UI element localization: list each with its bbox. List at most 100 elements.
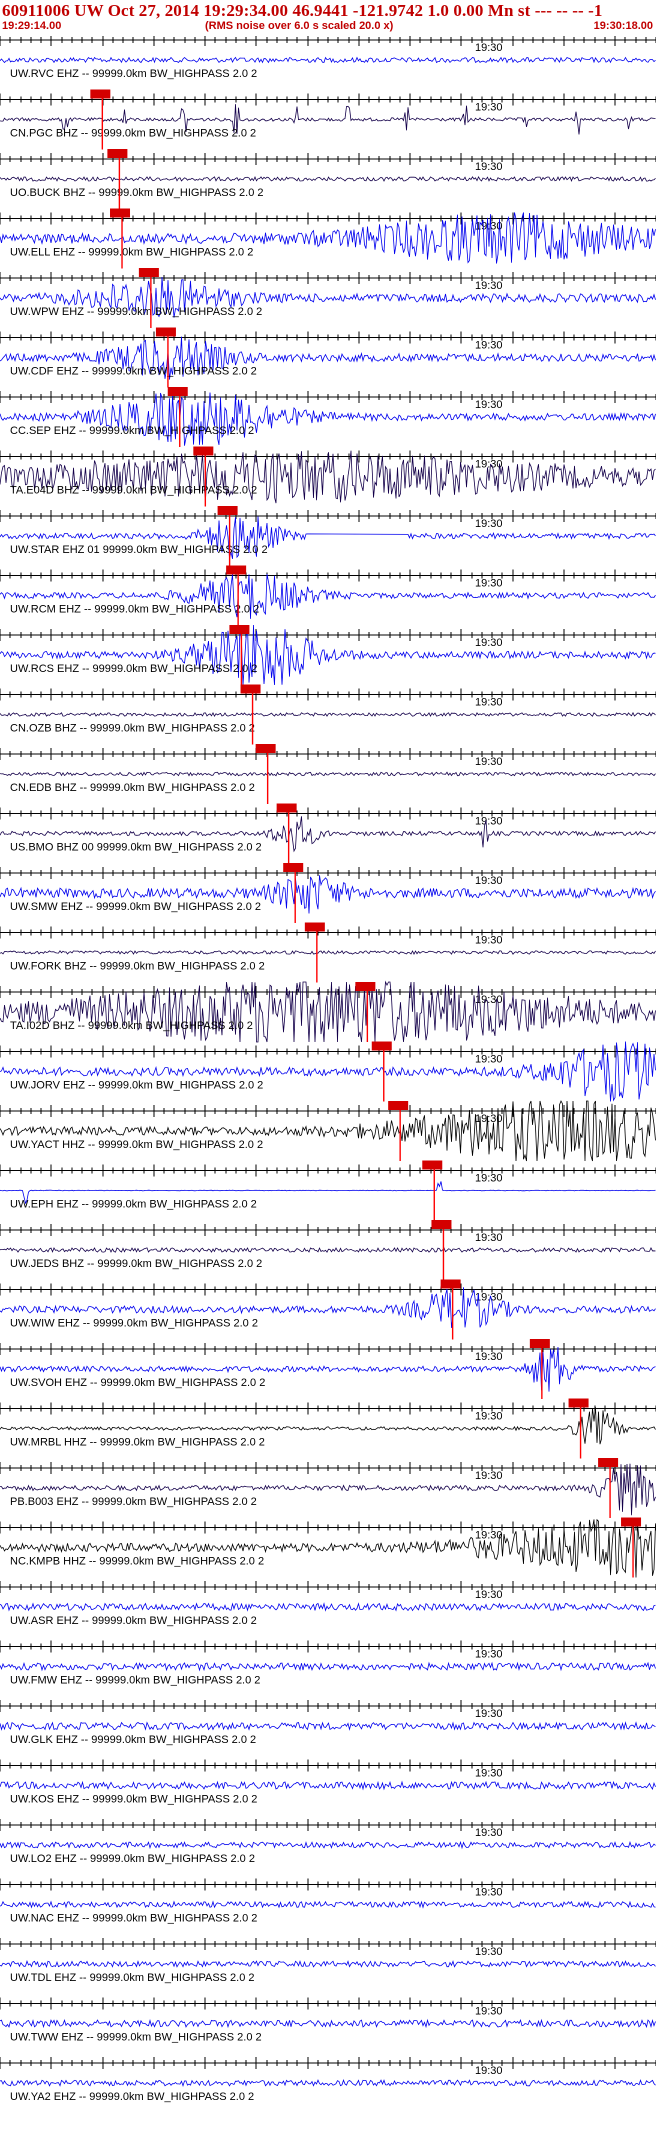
pick-marker: [304, 922, 325, 932]
pick-marker: [193, 446, 214, 456]
station-label: TA.I02D BHZ -- 99999.0km BW_HIGHPASS 2.0…: [10, 1020, 253, 1032]
minute-label: 19:30: [475, 42, 503, 54]
waveform: [0, 175, 656, 183]
station-label: UW.TWW EHZ -- 99999.0km BW_HIGHPASS 2.0 …: [10, 2032, 262, 2044]
pick-marker: [388, 1101, 409, 1110]
pick-marker: [371, 1041, 392, 1051]
trace-row: 19:30 UO.BUCK BHZ -- 99999.0km BW_HIGHPAS…: [0, 149, 656, 209]
minute-label: 19:30: [475, 161, 503, 173]
trace-row: 19:30 CN.PGC BHZ -- 99999.0km BW_HIGHPASS…: [0, 89, 656, 150]
trace-row: 19:30 UW.JEDS BHZ -- 99999.0km BW_HIGHPAS…: [0, 1220, 656, 1280]
station-label: UW.SVOH EHZ -- 99999.0km BW_HIGHPASS 2.0…: [10, 1377, 265, 1389]
minute-label: 19:30: [475, 102, 503, 114]
minute-label: 19:30: [475, 340, 503, 352]
trace-row: 19:30 UW.FORK BHZ -- 99999.0km BW_HIGHPAS…: [0, 922, 656, 983]
pick-marker: [598, 1458, 619, 1467]
waveform: [0, 1900, 656, 1909]
minute-label: 19:30: [475, 280, 503, 292]
waveform: [0, 1246, 656, 1253]
minute-label: 19:30: [475, 935, 503, 947]
station-label: UW.CDF EHZ -- 99999.0km BW_HIGHPASS 2.0 …: [10, 366, 257, 378]
trace-row: 19:30 UW.EPH EHZ -- 99999.0km BW_HIGHPASS…: [0, 1160, 656, 1221]
trace-row: 19:30 UW.WPW EHZ -- 99999.0km BW_HIGHPASS…: [0, 268, 656, 328]
station-label: UW.RCM EHZ -- 99999.0km BW_HIGHPASS 2.0 …: [10, 604, 259, 616]
pick-marker: [440, 1279, 461, 1289]
trace-row: 19:30UW.STAR EHZ 01 99999.0km BW_HIGHPAS…: [0, 506, 656, 566]
minute-label: 19:30: [475, 1411, 503, 1423]
pick-marker: [107, 149, 128, 158]
trace-row: 19:30 UW.SMW EHZ -- 99999.0km BW_HIGHPASS…: [0, 863, 656, 923]
station-label: UW.ASR EHZ -- 99999.0km BW_HIGHPASS 2.0 …: [10, 1615, 257, 1627]
minute-label: 19:30: [475, 875, 503, 887]
station-label: UW.RCS EHZ -- 99999.0km BW_HIGHPASS 2.0 …: [10, 663, 257, 675]
station-label: UO.BUCK BHZ -- 99999.0km BW_HIGHPASS 2.0…: [10, 187, 263, 199]
minute-label: 19:30: [475, 1470, 503, 1482]
pick-marker: [138, 268, 159, 277]
pick-marker: [217, 506, 238, 515]
trace-row: 19:30 US.BMO BHZ 00 99999.0km BW_HIGHPASS…: [0, 803, 656, 864]
trace-row: 19:30 UW.NAC EHZ -- 99999.0km BW_HIGHPASS…: [0, 1878, 656, 1925]
pick-marker: [226, 565, 247, 575]
minute-label: 19:30: [475, 637, 503, 649]
pick-marker: [229, 625, 250, 634]
waveform: [0, 1780, 656, 1791]
minute-label: 19:30: [475, 697, 503, 709]
start-time: 19:29:14.00: [2, 20, 62, 32]
station-label: CN.PGC BHZ -- 99999.0km BW_HIGHPASS 2.0 …: [10, 128, 256, 140]
pick-marker: [155, 327, 176, 337]
station-label: CN.OZB BHZ -- 99999.0km BW_HIGHPASS 2.0 …: [10, 723, 255, 735]
station-label: UW.JORV EHZ -- 99999.0km BW_HIGHPASS 2.0…: [10, 1080, 263, 1092]
trace-row: 19:30 UW.LO2 EHZ -- 99999.0km BW_HIGHPASS…: [0, 1819, 656, 1865]
seismogram-plot: 19:30 UW.RVC EHZ -- 99999.0km BW_HIGHPASS…: [0, 36, 656, 2103]
station-label: NC.KMPB HHZ -- 99999.0km BW_HIGHPASS 2.0…: [10, 1556, 264, 1568]
station-label: UW.FORK BHZ -- 99999.0km BW_HIGHPASS 2.0…: [10, 961, 265, 973]
minute-label: 19:30: [475, 1649, 503, 1661]
trace-row: 19:30UW.WIW EHZ -- 99999.0km BW_HIGHPASS…: [0, 1279, 656, 1340]
pick-marker: [276, 803, 297, 813]
station-label: UW.KOS EHZ -- 99999.0km BW_HIGHPASS 2.0 …: [10, 1794, 257, 1806]
minute-label: 19:30: [475, 1768, 503, 1780]
trace-row: 19:30 TA.E04D BHZ -- 99999.0km BW_HIGHPAS…: [0, 446, 656, 507]
station-label: UW.FMW EHZ -- 99999.0km BW_HIGHPASS 2.0 …: [10, 1675, 260, 1687]
station-label: UW.JEDS BHZ -- 99999.0km BW_HIGHPASS 2.0…: [10, 1258, 262, 1270]
station-label: TA.E04D BHZ -- 99999.0km BW_HIGHPASS 2.0…: [10, 485, 257, 497]
waveform: [0, 2079, 656, 2087]
station-label: PB.B003 EHZ -- 99999.0km BW_HIGHPASS 2.0…: [10, 1496, 257, 1508]
minute-label: 19:30: [475, 2065, 503, 2077]
station-label: UW.YA2 EHZ -- 99999.0km BW_HIGHPASS 2.0 …: [10, 2091, 254, 2103]
trace-row: 19:30 UW.FMW EHZ -- 99999.0km BW_HIGHPASS…: [0, 1640, 656, 1687]
trace-row: 19:30 UW.KOS EHZ -- 99999.0km BW_HIGHPASS…: [0, 1759, 656, 1806]
minute-label: 19:30: [475, 1054, 503, 1066]
minute-label: 19:30: [475, 459, 503, 471]
minute-label: 19:30: [475, 1827, 503, 1839]
pick-marker: [431, 1220, 452, 1229]
trace-row: 19:30TA.I02D BHZ -- 99999.0km BW_HIGHPAS…: [0, 980, 656, 1043]
trace-row: 19:30 UW.JORV EHZ -- 99999.0km BW_HIGHPAS…: [0, 1041, 656, 1102]
station-label: UW.RVC EHZ -- 99999.0km BW_HIGHPASS 2.0 …: [10, 68, 257, 80]
minute-label: 19:30: [475, 399, 503, 411]
minute-label: 19:30: [475, 1351, 503, 1363]
waveform: [0, 711, 656, 718]
trace-row: 19:30 CC.SEP EHZ -- 99999.0km BW_HIGHPASS…: [0, 387, 656, 447]
pick-marker: [167, 387, 188, 396]
station-label: UW.YACT HHZ -- 99999.0km BW_HIGHPASS 2.0…: [10, 1139, 263, 1151]
minute-label: 19:30: [475, 1589, 503, 1601]
pick-marker: [422, 1160, 443, 1170]
waveform: [0, 1721, 656, 1731]
pick-marker: [568, 1398, 589, 1408]
station-label: UW.SMW EHZ -- 99999.0km BW_HIGHPASS 2.0 …: [10, 901, 261, 913]
station-label: UW.WPW EHZ -- 99999.0km BW_HIGHPASS 2.0 …: [10, 306, 262, 318]
station-label: UW.WIW EHZ -- 99999.0km BW_HIGHPASS 2.0 …: [10, 1318, 258, 1330]
trace-row: 19:30 UW.GLK EHZ -- 99999.0km BW_HIGHPASS…: [0, 1700, 656, 1746]
pick-marker: [255, 744, 276, 753]
station-label: UW.ELL EHZ -- 99999.0km BW_HIGHPASS 2.0 …: [10, 247, 253, 259]
trace-row: 19:30 UW.SVOH EHZ -- 99999.0km BW_HIGHPAS…: [0, 1339, 656, 1399]
trace-row: 19:30 UW.YA2 EHZ -- 99999.0km BW_HIGHPASS…: [0, 2057, 656, 2103]
pick-marker: [90, 89, 111, 99]
trace-row: 19:30 UW.RCS EHZ -- 99999.0km BW_HIGHPASS…: [0, 624, 656, 686]
station-label: CC.SEP EHZ -- 99999.0km BW_HIGHPASS 2.0 …: [10, 425, 254, 437]
minute-label: 19:30: [475, 816, 503, 828]
trace-row: 19:30 CN.OZB BHZ -- 99999.0km BW_HIGHPASS…: [0, 684, 656, 745]
station-label: CN.EDB BHZ -- 99999.0km BW_HIGHPASS 2.0 …: [10, 782, 255, 794]
trace-row: 19:30 UW.ASR EHZ -- 99999.0km BW_HIGHPASS…: [0, 1581, 656, 1627]
